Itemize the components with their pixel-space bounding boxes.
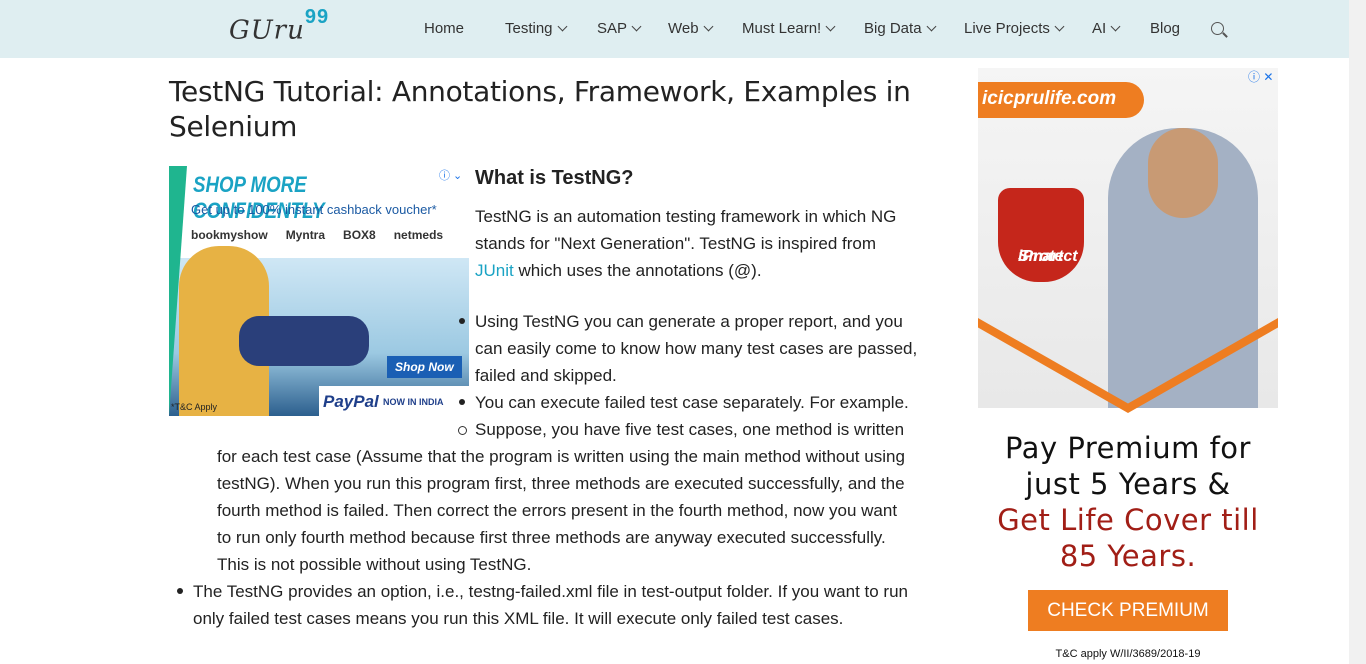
sub-bullet-line-1: Suppose, you have five test cases, one m… [475, 420, 905, 439]
bullet-1-line-1: Using TestNG you can generate a proper r… [475, 312, 903, 331]
chevron-down-icon [1110, 21, 1121, 32]
nav-big-data[interactable]: Big Data [864, 20, 936, 37]
brand-netmeds: netmeds [393, 228, 444, 242]
sub-bullet-icon [458, 426, 467, 435]
sub-bullet-line-2: for each test case (Assume that the prog… [217, 447, 905, 466]
close-icon[interactable]: ⓘ ✕ [1248, 68, 1273, 85]
brand-bookmyshow: bookmyshow [191, 228, 268, 242]
nav-ai[interactable]: AI [1092, 20, 1121, 37]
nav-blog[interactable]: Blog [1150, 20, 1180, 37]
intro-line-1: TestNG is an automation testing framewor… [475, 207, 897, 226]
ad-tc: *T&C Apply [171, 402, 218, 412]
search-icon[interactable] [1211, 22, 1224, 35]
ad-line-4: 85 Years. [1059, 539, 1197, 573]
chevron-down-icon [825, 21, 836, 32]
iprotect-logo: iProtect Smart [998, 188, 1084, 282]
ad-banner-left[interactable]: SHOP MORE CONFIDENTLY Get up to 100% ins… [169, 166, 469, 416]
ad-line-1: Pay Premium for [1005, 431, 1251, 465]
brand-box8: BOX8 [343, 228, 376, 242]
ad-url-badge: icicprulife.com [978, 82, 1145, 118]
bullet-1-line-2: can easily come to know how many test ca… [475, 339, 918, 358]
sub-bullet-line-4: fourth method is failed. Then correct th… [217, 501, 898, 520]
nav-web[interactable]: Web [668, 20, 714, 37]
page-scrollbar[interactable] [1349, 0, 1366, 664]
top-navbar: GUru99 Home Testing SAP Web Must Learn! … [0, 0, 1349, 58]
ad-model-face [1148, 128, 1218, 218]
brand-myntra: Myntra [285, 228, 326, 242]
ad-person-legs [239, 316, 369, 366]
bullet-3-line-2: only failed test cases means you run thi… [193, 609, 844, 628]
bullet-2: You can execute failed test case separat… [475, 393, 909, 412]
ad-brands: bookmyshow Myntra BOX8 netmeds [191, 228, 461, 242]
bullet-3-line-1: The TestNG provides an option, i.e., tes… [193, 582, 909, 601]
nav-sap[interactable]: SAP [597, 20, 642, 37]
nav-home[interactable]: Home [424, 20, 464, 37]
bullet-icon [459, 318, 465, 324]
sub-bullet-line-6: This is not possible without using TestN… [217, 555, 532, 574]
chevron-down-icon [631, 21, 642, 32]
ad-tc: T&C apply W/II/3689/2018-19 [1055, 648, 1201, 660]
nav-testing[interactable]: Testing [505, 20, 567, 37]
check-premium-button[interactable]: CHECK PREMIUM [1028, 590, 1228, 631]
chevron-down-icon [926, 21, 936, 32]
bullet-icon [459, 399, 465, 405]
ad-subtext: Get up to 100% instant cashback voucher* [191, 202, 437, 217]
ad-banner-right[interactable]: icicprulife.com iProtect Smart Pay Premiu… [978, 68, 1278, 664]
nav-live-projects[interactable]: Live Projects [964, 20, 1065, 37]
ad-shop-now-button[interactable]: Shop Now [387, 356, 462, 378]
junit-link[interactable]: JUnit [475, 261, 514, 280]
chevron-down-icon [1054, 21, 1065, 32]
page-title: TestNG Tutorial: Annotations, Framework,… [169, 75, 911, 143]
intro-line-3: JUnit which uses the annotations (@). [475, 261, 762, 280]
nav-must-learn[interactable]: Must Learn! [742, 20, 836, 37]
ad-line-3: Get Life Cover till [997, 503, 1259, 537]
sub-bullet-line-3: testNG). When you run this program first… [217, 474, 905, 493]
bullet-1-line-3: failed and skipped. [475, 366, 617, 385]
section-heading: What is TestNG? [475, 167, 634, 189]
ad-line-2: just 5 Years & [1025, 467, 1231, 501]
ad-paypal-logo: PayPal NOW IN INDIA [319, 386, 469, 416]
chevron-down-icon [703, 21, 714, 32]
bullet-icon [177, 588, 183, 594]
intro-line-2: stands for "Next Generation". TestNG is … [475, 234, 877, 253]
adchoices-icon[interactable]: ⓘ ⌄ [439, 167, 462, 183]
chevron-down-icon [557, 21, 567, 32]
sub-bullet-line-5: to run only fourth method because first … [217, 528, 886, 547]
site-logo[interactable]: GUru99 [229, 6, 329, 46]
